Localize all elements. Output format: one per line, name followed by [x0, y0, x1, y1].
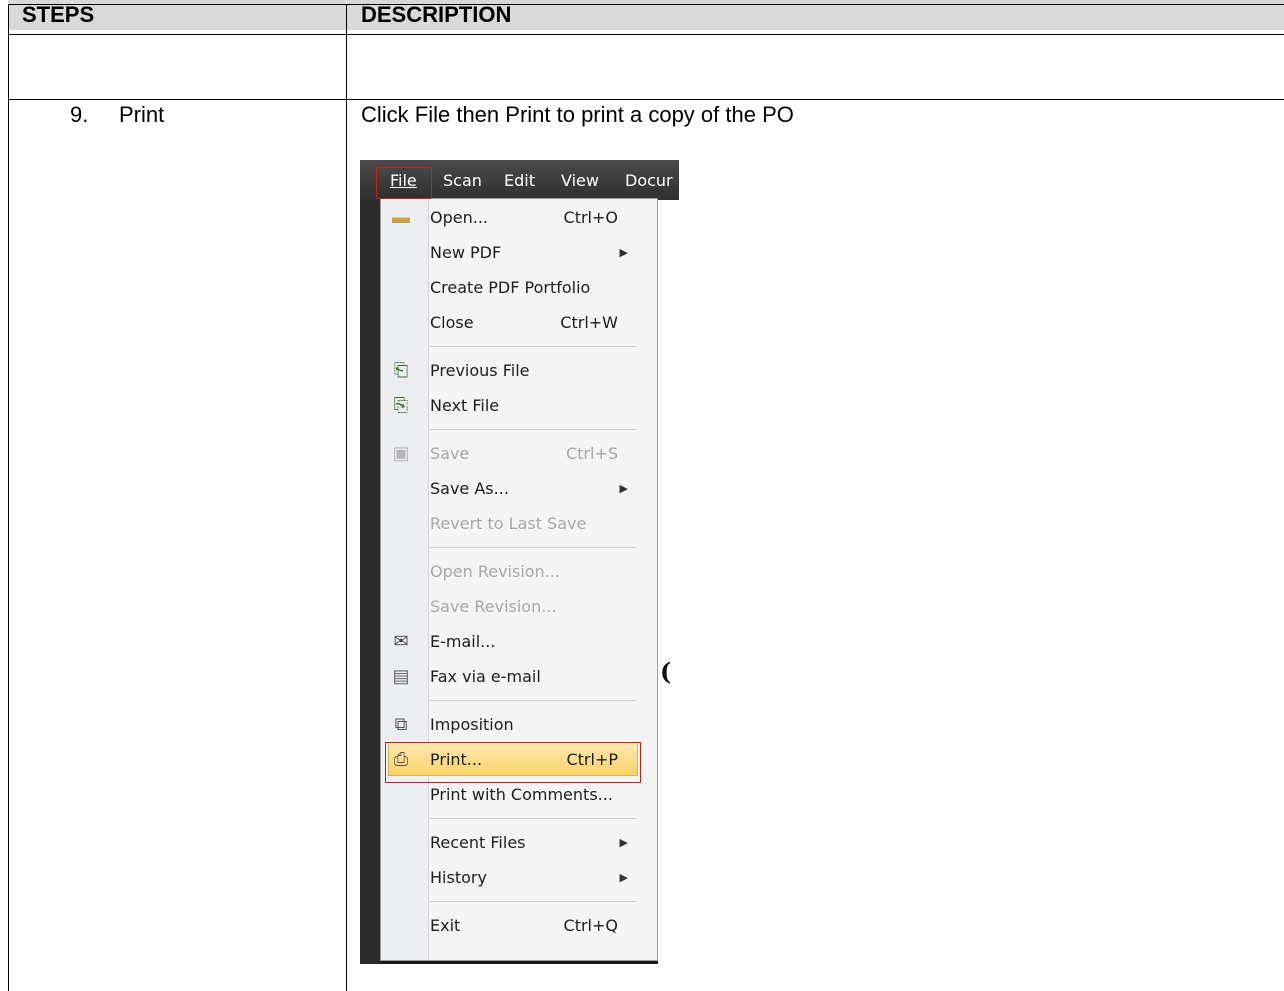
menu-separator	[430, 346, 636, 347]
table-border-left	[8, 4, 9, 991]
step-label: Print	[119, 102, 165, 127]
menu-item-exit[interactable]: Exit Ctrl+Q	[410, 910, 636, 942]
submenu-arrow-icon: ▶	[619, 482, 628, 495]
submenu-arrow-icon: ▶	[619, 871, 628, 884]
menu-item-open-revision: Open Revision...	[430, 562, 560, 581]
step-number: 9.	[70, 102, 89, 127]
print-highlight-box	[385, 742, 641, 783]
menu-item-save: Save Ctrl+S	[430, 444, 618, 463]
menu-separator	[430, 547, 636, 548]
menu-separator	[430, 429, 636, 430]
file-menu-items: ▬ Open... Ctrl+O New PDF ▶ Create PDF Port…	[360, 160, 679, 964]
menu-item-revert: Revert to Last Save	[430, 514, 587, 533]
menu-item-create-portfolio[interactable]: Create PDF Portfolio	[410, 272, 636, 304]
menu-item-recent-files[interactable]: Recent Files ▶	[410, 827, 636, 859]
menu-item-save-revision: Save Revision...	[430, 597, 557, 616]
step-description: Click File then Print to print a copy of…	[361, 102, 794, 127]
menu-item-imposition[interactable]: Imposition	[410, 709, 636, 741]
steps-header-label: STEPS	[22, 2, 95, 27]
menu-item-open[interactable]: Open... Ctrl+O	[410, 202, 636, 234]
menu-item-history[interactable]: History ▶	[410, 862, 636, 894]
menu-item-previous-file[interactable]: Previous File	[410, 355, 636, 387]
table-border-middle	[346, 4, 347, 991]
submenu-arrow-icon: ▶	[619, 836, 628, 849]
menu-item-next-file[interactable]: Next File	[410, 390, 636, 422]
menu-separator	[430, 901, 636, 902]
menu-separator	[430, 700, 636, 701]
table-border-top	[8, 4, 1284, 5]
menu-item-email[interactable]: E-mail...	[410, 626, 636, 658]
description-header-label: DESCRIPTION	[361, 2, 512, 27]
menu-item-new-pdf[interactable]: New PDF ▶	[410, 237, 636, 269]
table-border-row1	[8, 99, 1284, 100]
menu-item-fax[interactable]: Fax via e-mail	[410, 661, 636, 693]
submenu-arrow-icon: ▶	[619, 246, 628, 259]
menu-item-save-as[interactable]: Save As... ▶	[410, 473, 636, 505]
menu-separator	[430, 818, 636, 819]
table-border-header	[8, 34, 1284, 35]
menu-item-print-with-comments[interactable]: Print with Comments...	[410, 779, 636, 811]
menu-item-close[interactable]: Close Ctrl+W	[410, 307, 636, 339]
